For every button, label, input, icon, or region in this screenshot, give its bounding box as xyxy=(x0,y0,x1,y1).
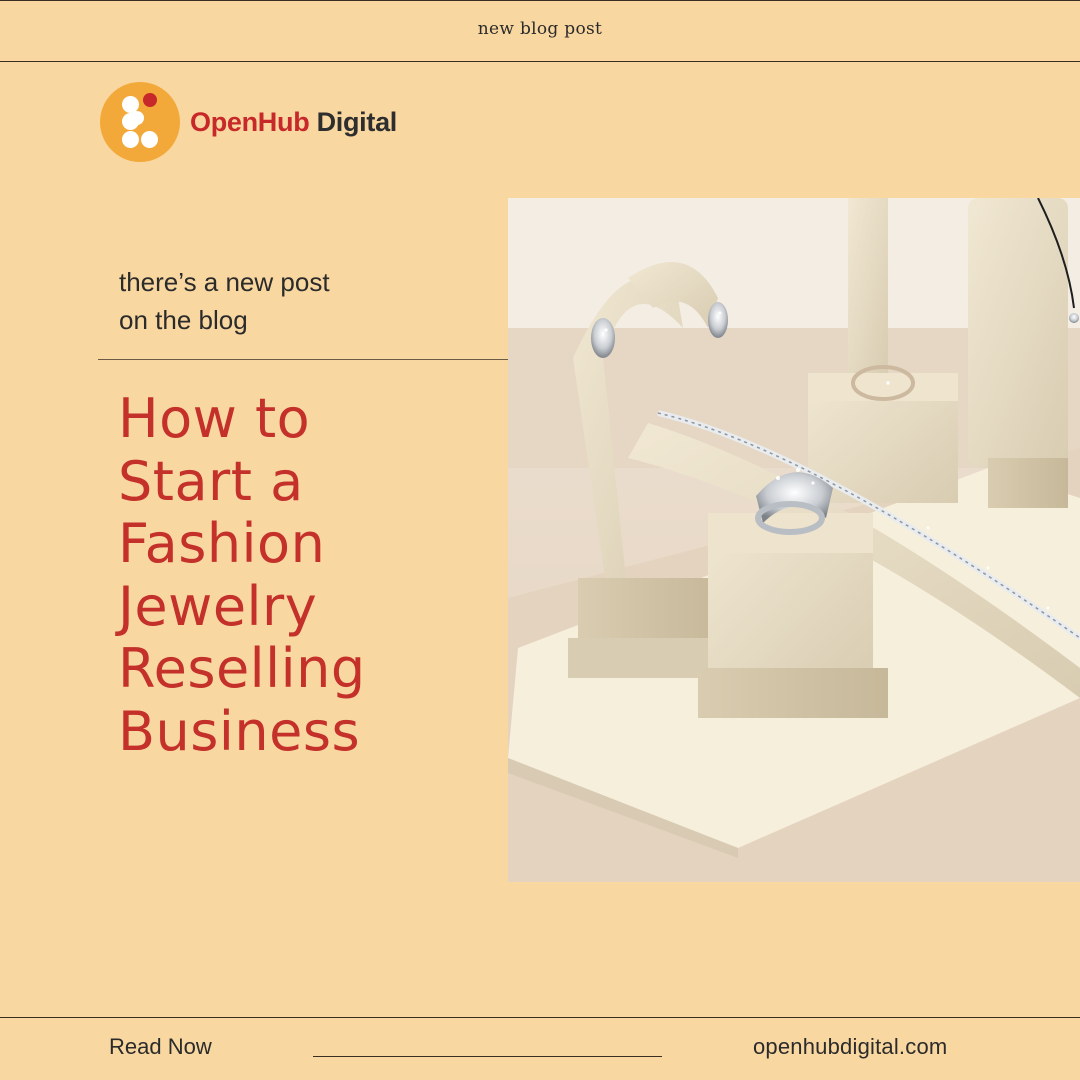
top-banner: new blog post xyxy=(0,0,1080,62)
brand-logo[interactable]: OpenHub Digital xyxy=(100,82,397,162)
title-line: Business xyxy=(118,699,361,763)
footer-divider xyxy=(313,1056,662,1057)
read-now-link[interactable]: Read Now xyxy=(109,1034,212,1060)
title-line: Start a xyxy=(118,449,304,513)
jewelry-display-photo xyxy=(508,198,1080,882)
intro-text: there’s a new post on the blog xyxy=(119,263,330,339)
intro-line-2: on the blog xyxy=(119,305,248,335)
tagline: new blog post xyxy=(477,19,603,39)
intro-line-1: there’s a new post xyxy=(119,267,330,297)
title-line: How to xyxy=(118,387,311,450)
brand-name-part1: OpenHub xyxy=(190,106,310,137)
website-link[interactable]: openhubdigital.com xyxy=(753,1034,947,1060)
section-divider xyxy=(98,359,508,360)
post-title[interactable]: How to Start a Fashion Jewelry Reselling… xyxy=(118,387,366,763)
title-line: Fashion xyxy=(118,512,326,575)
title-line: Reselling xyxy=(118,637,366,700)
logo-icon xyxy=(100,82,180,162)
title-line: Jewelry xyxy=(118,574,318,638)
brand-name: OpenHub Digital xyxy=(190,107,397,138)
brand-name-part2: Digital xyxy=(309,106,398,137)
jewelry-photo-illustration xyxy=(508,198,1080,882)
